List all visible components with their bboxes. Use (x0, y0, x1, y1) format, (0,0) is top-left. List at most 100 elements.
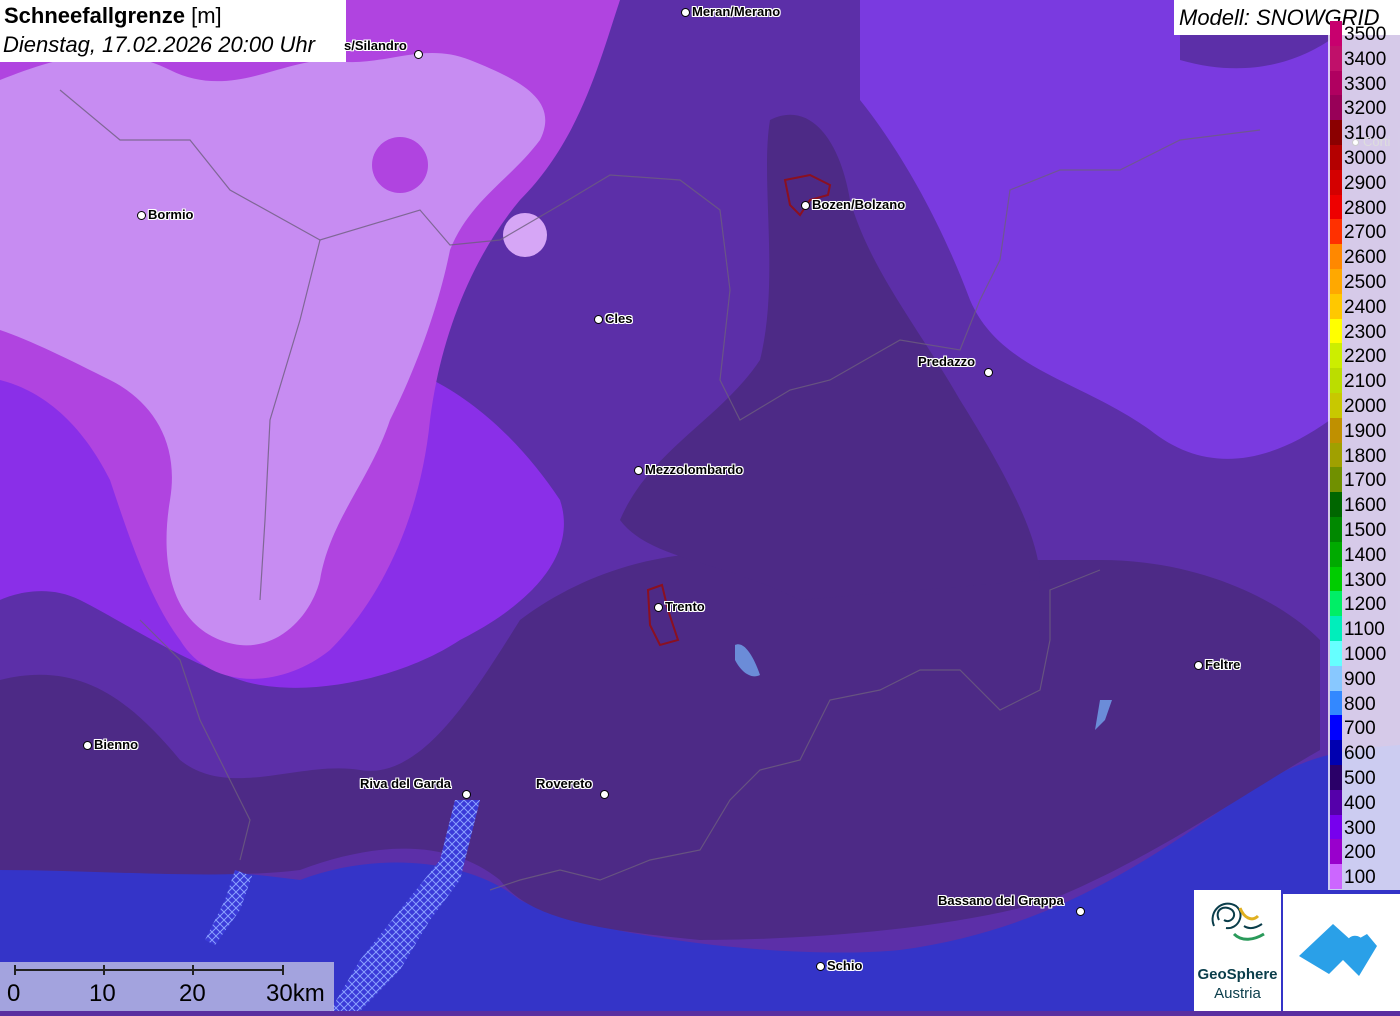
scale-bar: 0 10 20 30km (0, 962, 334, 1011)
legend-swatch (1330, 194, 1342, 220)
forecast-datetime: Dienstag, 17.02.2026 20:00 Uhr (3, 32, 315, 57)
legend-swatch (1330, 120, 1342, 145)
legend-entry: 2000 (1328, 393, 1400, 418)
legend-swatch (1330, 219, 1342, 245)
scale-label: 30km (266, 980, 325, 1007)
legend-entry: 100 (1328, 864, 1400, 889)
legend-swatch (1330, 45, 1342, 71)
city-dot (984, 368, 993, 377)
legend-label: 700 (1344, 718, 1376, 740)
city-label: Schio (827, 958, 863, 973)
legend-swatch (1330, 591, 1342, 617)
city-dot (681, 8, 690, 17)
legend-label: 1400 (1344, 544, 1387, 566)
legend-swatch (1330, 244, 1342, 269)
legend-swatch (1330, 21, 1342, 46)
city-label: s/Silandro (344, 38, 407, 53)
legend-label: 400 (1344, 792, 1376, 814)
legend-entry: 200 (1328, 839, 1400, 865)
legend-label: 3300 (1344, 73, 1387, 95)
legend-swatch (1330, 269, 1342, 294)
legend-entry: 2400 (1328, 293, 1400, 319)
legend-label: 600 (1344, 743, 1376, 765)
logo-line1: GeoSphere (1197, 966, 1278, 983)
city-dot (83, 741, 92, 750)
legend-swatch (1330, 814, 1342, 840)
legend-entry: 3400 (1328, 45, 1400, 71)
legend-label: 100 (1344, 867, 1376, 889)
legend-label: 1600 (1344, 495, 1387, 517)
legend-label: 3000 (1344, 148, 1387, 169)
legend-label: 500 (1344, 768, 1376, 789)
legend-swatch (1330, 665, 1342, 691)
legend-swatch (1330, 864, 1342, 889)
legend-entry: 2100 (1328, 368, 1400, 393)
city-label: Bozen/Bolzano (812, 197, 906, 212)
city-label: Riva del Garda (360, 776, 452, 791)
legend-swatch (1330, 616, 1342, 641)
legend-entry: 2500 (1328, 269, 1400, 294)
legend-swatch (1330, 492, 1342, 517)
legend-swatch (1330, 70, 1342, 96)
legend-swatch (1330, 95, 1342, 121)
city-label: Corti (1363, 134, 1391, 149)
legend-entry: 1500 (1328, 517, 1400, 542)
city-dot (414, 50, 423, 59)
legend-entry: 300 (1328, 814, 1400, 840)
legend-label: 200 (1344, 842, 1376, 864)
scale-line (14, 969, 284, 971)
legend-entry: 2600 (1328, 244, 1400, 269)
city-dot (654, 603, 663, 612)
legend-label: 3200 (1344, 98, 1387, 120)
city-dot (1194, 661, 1203, 670)
city-dot (801, 201, 810, 210)
legend-label: 2100 (1344, 371, 1387, 393)
legend-label: 2800 (1344, 197, 1387, 219)
legend-entry: 2800 (1328, 194, 1400, 220)
legend-entry: 1900 (1328, 417, 1400, 443)
legend-entry: 3500 (1328, 21, 1400, 46)
legend-label: 2900 (1344, 172, 1387, 194)
city-label: Mezzolombardo (645, 462, 744, 477)
legend-swatch (1330, 467, 1342, 493)
geosphere-logo[interactable]: GeoSphere Austria (1194, 890, 1281, 1011)
legend-swatch (1330, 517, 1342, 542)
legend-entry: 1600 (1328, 492, 1400, 517)
snowfall-line-map[interactable] (0, 0, 1400, 1011)
legend-label: 1800 (1344, 445, 1387, 467)
legend-swatch (1330, 145, 1342, 170)
legend-swatch (1330, 839, 1342, 865)
legend-label: 1100 (1344, 619, 1385, 641)
legend-label: 1300 (1344, 569, 1387, 591)
city-dot (1352, 139, 1359, 146)
legend-label: 2700 (1344, 222, 1387, 244)
legend-entry: 400 (1328, 789, 1400, 815)
city-dot (137, 211, 146, 220)
legend-entry: 800 (1328, 690, 1400, 716)
city-dot (816, 962, 825, 971)
legend-label: 1700 (1344, 470, 1387, 492)
legend-swatch (1330, 393, 1342, 418)
map-title: Schneefallgrenze [m] (4, 3, 222, 28)
mountain-cloud-icon (1299, 924, 1377, 976)
legend-label: 1200 (1344, 594, 1387, 616)
logo-line2: Austria (1214, 985, 1261, 1002)
legend-swatch (1330, 789, 1342, 815)
scale-label: 10 (89, 980, 116, 1007)
legend-swatch (1330, 169, 1342, 195)
city-label: Bienno (94, 737, 139, 752)
legend-entry: 700 (1328, 715, 1400, 741)
legend-label: 3400 (1344, 48, 1387, 70)
weather-app-logo[interactable] (1283, 894, 1400, 1011)
scale-label: 0 (7, 980, 21, 1007)
title-panel: Schneefallgrenze [m] Dienstag, 17.02.202… (0, 0, 346, 62)
legend-label: 800 (1344, 693, 1376, 715)
legend-entry: 1300 (1328, 566, 1400, 592)
color-legend: 3500 3400 3300 3200 3100 3000 2900 2800 2700 2600… (1328, 21, 1400, 890)
city-label: Bormio (148, 207, 194, 222)
city-dot (1076, 907, 1085, 916)
city-label: Predazzo (918, 354, 976, 369)
legend-label: 1500 (1344, 520, 1387, 541)
legend-label: 2600 (1344, 247, 1387, 269)
legend-entry: 900 (1328, 665, 1400, 691)
